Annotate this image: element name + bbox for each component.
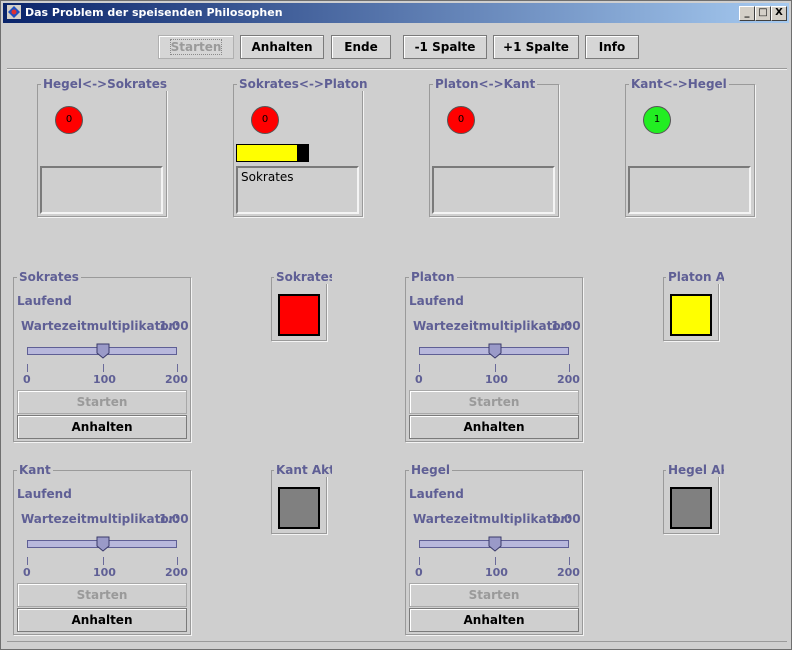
fork-label: Hegel<->Sokrates xyxy=(41,77,170,91)
slider-tick xyxy=(495,364,496,372)
philosopher-pause-button[interactable]: Anhalten xyxy=(17,608,187,632)
window-title: Das Problem der speisenden Philosophen xyxy=(25,6,283,19)
philosopher-start-button[interactable]: Starten xyxy=(409,390,579,414)
philosopher-name: Platon xyxy=(409,270,457,284)
minimize-button[interactable]: _ xyxy=(739,6,755,21)
activity-indicator xyxy=(670,294,712,336)
slider-thumb[interactable] xyxy=(96,536,110,552)
philosopher-status: Laufend xyxy=(17,294,72,308)
toolbar: Starten Anhalten Ende -1 Spalte +1 Spalt… xyxy=(1,27,791,67)
slider-min-label: 0 xyxy=(415,566,423,579)
slider-min-label: 0 xyxy=(23,373,31,386)
slider-max-label: 200 xyxy=(165,373,188,386)
philosopher-pause-button[interactable]: Anhalten xyxy=(409,415,579,439)
activity-indicator xyxy=(670,487,712,529)
fork-owner-text xyxy=(40,166,163,214)
slider-thumb[interactable] xyxy=(96,343,110,359)
philosopher-name: Kant xyxy=(17,463,53,477)
multiplier-value: 1.00 xyxy=(159,512,189,526)
maximize-button[interactable]: □ xyxy=(755,6,771,21)
fork-status-lamp: 0 xyxy=(447,106,475,134)
close-button[interactable]: X xyxy=(771,6,787,21)
slider-tick xyxy=(27,364,28,372)
activity-label: Hegel Akt xyxy=(666,463,724,477)
philosopher-name: Hegel xyxy=(409,463,453,477)
slider-tick xyxy=(419,557,420,565)
fork-status-lamp: 1 xyxy=(643,106,671,134)
fork-label: Sokrates<->Platon xyxy=(237,77,370,91)
slider-mid-label: 100 xyxy=(485,373,508,386)
toolbar-separator xyxy=(7,68,787,70)
multiplier-label: Wartezeitmultiplikator: xyxy=(21,512,180,526)
multiplier-label: Wartezeitmultiplikator: xyxy=(413,512,572,526)
fork-label: Kant<->Hegel xyxy=(629,77,729,91)
end-button[interactable]: Ende xyxy=(331,35,391,59)
add-column-button[interactable]: +1 Spalte xyxy=(493,35,579,59)
slider-tick xyxy=(177,364,178,372)
start-all-button[interactable]: Starten xyxy=(158,35,234,59)
fork-owner-text: Sokrates xyxy=(236,166,359,214)
slider-max-label: 200 xyxy=(557,373,580,386)
activity-label: Kant Akti xyxy=(274,463,332,477)
title-bar: Das Problem der speisenden Philosophen _… xyxy=(3,3,789,23)
fork-status-lamp: 0 xyxy=(55,106,83,134)
fork-owner-text xyxy=(432,166,555,214)
philosopher-status: Laufend xyxy=(409,294,464,308)
philosopher-pause-button[interactable]: Anhalten xyxy=(409,608,579,632)
java-app-icon xyxy=(7,5,21,19)
slider-thumb[interactable] xyxy=(488,536,502,552)
slider-mid-label: 100 xyxy=(93,373,116,386)
main-window: Das Problem der speisenden Philosophen _… xyxy=(0,0,792,650)
fork-progress-bar xyxy=(236,144,309,162)
slider-mid-label: 100 xyxy=(93,566,116,579)
slider-max-label: 200 xyxy=(557,566,580,579)
slider-tick xyxy=(177,557,178,565)
slider-min-label: 0 xyxy=(23,566,31,579)
fork-progress-fill xyxy=(237,145,298,161)
info-button[interactable]: Info xyxy=(585,35,639,59)
slider-min-label: 0 xyxy=(415,373,423,386)
philosopher-start-button[interactable]: Starten xyxy=(17,390,187,414)
pause-all-button[interactable]: Anhalten xyxy=(240,35,324,59)
fork-status-lamp: 0 xyxy=(251,106,279,134)
philosopher-name: Sokrates xyxy=(17,270,81,284)
multiplier-label: Wartezeitmultiplikator: xyxy=(413,319,572,333)
activity-indicator xyxy=(278,487,320,529)
activity-label: Platon Ak xyxy=(666,270,724,284)
multiplier-value: 1.00 xyxy=(551,319,581,333)
multiplier-value: 1.00 xyxy=(551,512,581,526)
slider-tick xyxy=(569,364,570,372)
activity-label: Sokrates xyxy=(274,270,332,284)
philosopher-start-button[interactable]: Starten xyxy=(409,583,579,607)
start-all-label: Starten xyxy=(169,39,223,55)
multiplier-value: 1.00 xyxy=(159,319,189,333)
slider-mid-label: 100 xyxy=(485,566,508,579)
slider-tick xyxy=(103,557,104,565)
philosopher-status: Laufend xyxy=(17,487,72,501)
slider-tick xyxy=(419,364,420,372)
remove-column-button[interactable]: -1 Spalte xyxy=(403,35,487,59)
slider-thumb[interactable] xyxy=(488,343,502,359)
philosopher-pause-button[interactable]: Anhalten xyxy=(17,415,187,439)
philosopher-status: Laufend xyxy=(409,487,464,501)
activity-indicator xyxy=(278,294,320,336)
multiplier-label: Wartezeitmultiplikator: xyxy=(21,319,180,333)
fork-label: Platon<->Kant xyxy=(433,77,538,91)
philosopher-start-button[interactable]: Starten xyxy=(17,583,187,607)
fork-owner-text xyxy=(628,166,751,214)
slider-tick xyxy=(495,557,496,565)
slider-tick xyxy=(103,364,104,372)
slider-tick xyxy=(27,557,28,565)
slider-max-label: 200 xyxy=(165,566,188,579)
slider-tick xyxy=(569,557,570,565)
bottom-separator xyxy=(7,641,787,642)
